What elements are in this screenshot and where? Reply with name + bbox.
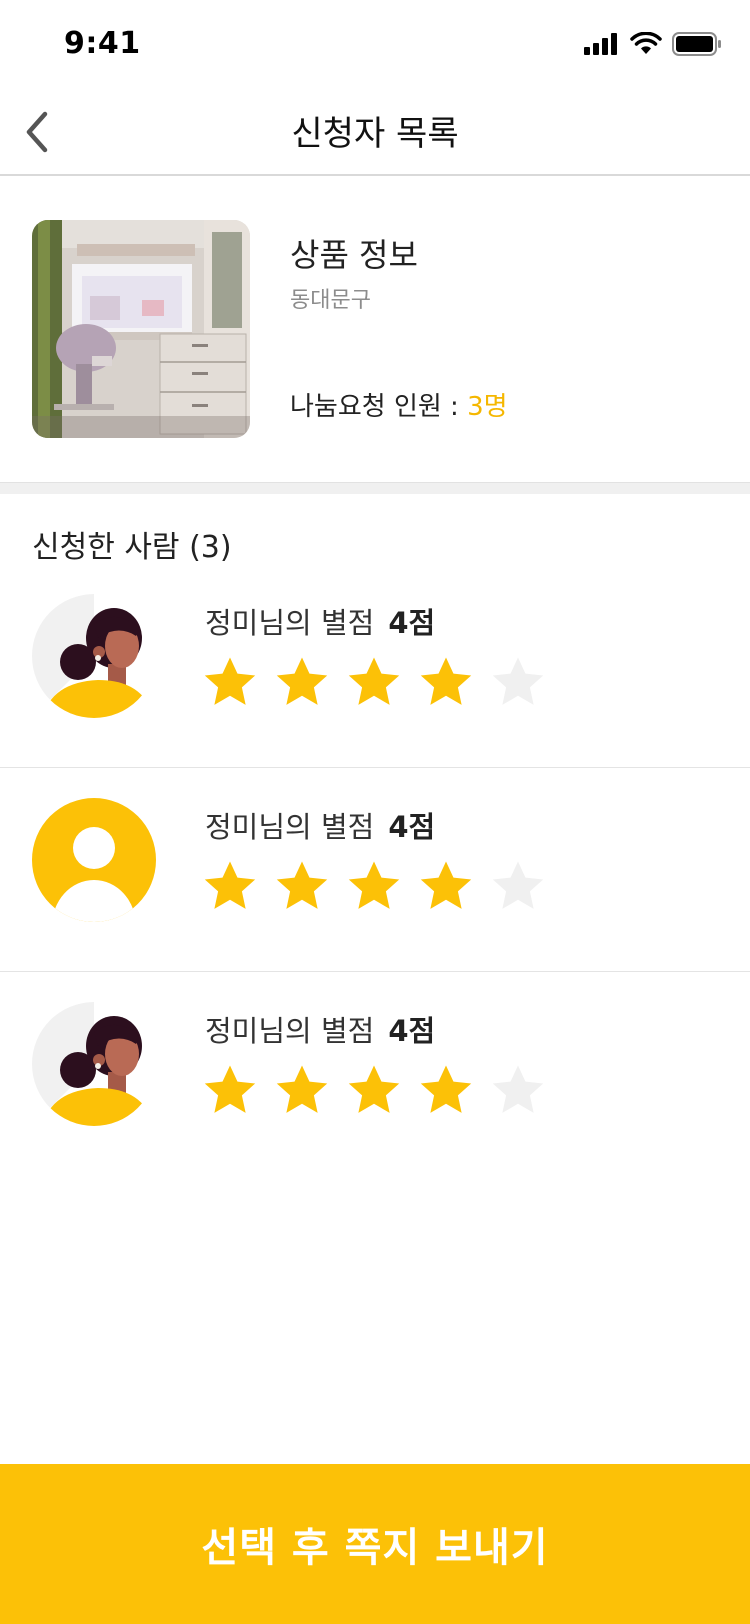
star-filled-icon [276, 861, 328, 909]
rating-name: 정미님의 별점 [205, 810, 375, 844]
request-count-label: 나눔요청 인원 : [290, 392, 468, 422]
product-title: 상품 정보 [290, 236, 418, 274]
wifi-icon [630, 32, 662, 54]
applicant-row[interactable]: 정미님의 별점 4점 [0, 564, 750, 768]
star-filled-icon [204, 1065, 256, 1113]
rating-name: 정미님의 별점 [205, 606, 375, 640]
rating-name: 정미님의 별점 [205, 1014, 375, 1048]
applicants-section-title: 신청한 사람 (3) [32, 530, 232, 565]
battery-icon [672, 32, 721, 56]
star-filled-icon [204, 657, 256, 705]
product-image [32, 220, 250, 438]
star-filled-icon [348, 1065, 400, 1113]
star-filled-icon [276, 1065, 328, 1113]
rating-score: 4점 [388, 810, 436, 844]
star-empty-icon [492, 861, 544, 909]
default-user-icon [32, 798, 156, 922]
applicant-row[interactable]: 정미님의 별점 4점 [0, 972, 750, 1176]
star-rating [202, 1062, 546, 1118]
star-filled-icon [348, 861, 400, 909]
page-title: 신청자 목록 [291, 114, 459, 154]
woman-avatar-icon [32, 594, 156, 718]
status-icons [584, 32, 722, 56]
section-divider [0, 482, 750, 494]
status-time: 9:41 [64, 26, 141, 61]
product-location: 동대문구 [290, 288, 371, 313]
star-rating [202, 654, 546, 710]
woman-avatar-icon [32, 1002, 156, 1126]
star-rating [202, 858, 546, 914]
star-filled-icon [276, 657, 328, 705]
star-filled-icon [348, 657, 400, 705]
status-bar: 9:41 [0, 0, 750, 90]
star-empty-icon [492, 1065, 544, 1113]
header: 신청자 목록 [0, 90, 750, 176]
applicant-row[interactable]: 정미님의 별점 4점 [0, 768, 750, 972]
rating-label: 정미님의 별점 4점 [205, 1008, 435, 1050]
rating-label: 정미님의 별점 4점 [205, 804, 435, 846]
rating-label: 정미님의 별점 4점 [205, 600, 435, 642]
rating-score: 4점 [388, 606, 436, 640]
star-filled-icon [420, 657, 472, 705]
send-message-button[interactable]: 선택 후 쪽지 보내기 [0, 1464, 750, 1624]
rating-score: 4점 [388, 1014, 436, 1048]
star-empty-icon [492, 657, 544, 705]
request-count-row: 나눔요청 인원 : 3명 [290, 386, 508, 423]
star-filled-icon [420, 1065, 472, 1113]
product-info: 상품 정보 동대문구 나눔요청 인원 : 3명 [0, 178, 750, 482]
signal-icon [584, 33, 617, 55]
star-filled-icon [204, 861, 256, 909]
star-filled-icon [420, 861, 472, 909]
send-message-label: 선택 후 쪽지 보내기 [201, 1525, 549, 1571]
request-count-value: 3명 [467, 392, 508, 422]
